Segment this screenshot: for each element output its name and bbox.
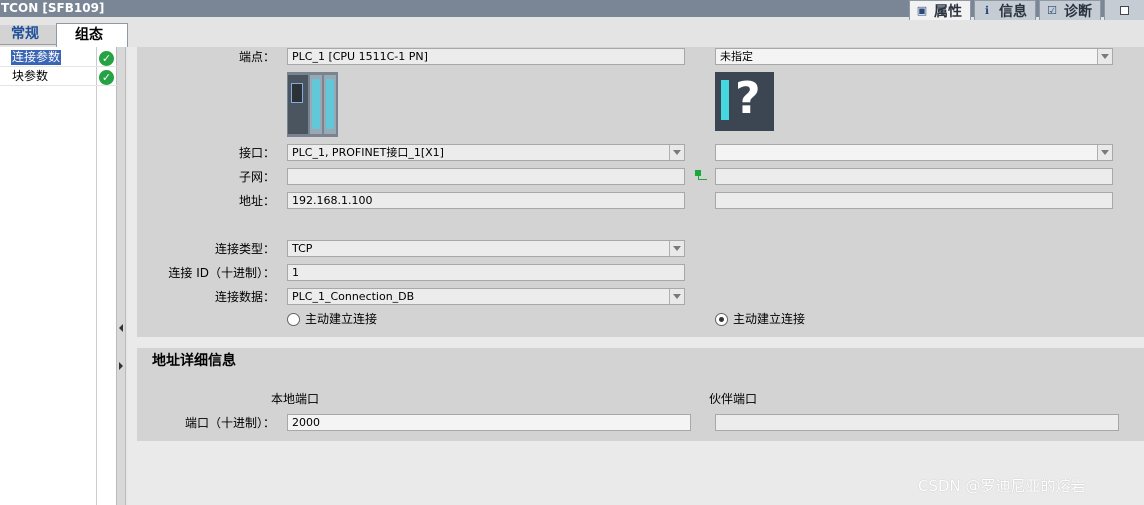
diagnostics-icon: ☑	[1047, 4, 1057, 17]
tab-properties-label: 属性	[934, 3, 962, 20]
tab-general[interactable]: 常规	[0, 25, 56, 45]
restore-window-button[interactable]	[1104, 0, 1144, 20]
conn-data-dropdown[interactable]: PLC_1_Connection_DB	[287, 288, 685, 305]
restore-icon	[1120, 5, 1129, 15]
tab-info-label: 信息	[999, 3, 1027, 20]
sidebar-item-connection-params[interactable]: 连接参数 ✓	[0, 49, 117, 67]
conn-data-value: PLC_1_Connection_DB	[292, 290, 415, 303]
local-port-field[interactable]: 2000	[287, 414, 691, 431]
tab-properties[interactable]: ▣ 属性	[909, 0, 971, 20]
chevron-down-icon[interactable]	[669, 241, 684, 256]
inspector-tabs: ▣ 属性 ℹ 信息 ☑ 诊断	[906, 0, 1144, 20]
address-details-title: 地址详细信息	[152, 353, 236, 369]
chevron-down-icon[interactable]	[669, 289, 684, 304]
partner-port-header: 伙伴端口	[709, 392, 758, 406]
tab-diagnostics[interactable]: ☑ 诊断	[1039, 0, 1101, 20]
chevron-down-icon[interactable]	[669, 145, 684, 160]
sidebar-item-label: 块参数	[12, 69, 49, 83]
sidebar: 连接参数 ✓ 块参数 ✓	[0, 47, 117, 505]
interface-partner-dropdown[interactable]	[715, 144, 1113, 161]
panel-splitter[interactable]	[117, 47, 126, 505]
endpoint-partner-dropdown[interactable]: 未指定	[715, 48, 1113, 65]
interface-local-dropdown[interactable]: PLC_1, PROFINET接口_1[X1]	[287, 144, 685, 161]
conn-id-label: 连接 ID（十进制）：	[168, 266, 275, 280]
tab-config[interactable]: 组态	[56, 23, 128, 47]
endpoint-label: 端点：	[238, 50, 275, 64]
address-partner-field[interactable]	[715, 192, 1113, 209]
conn-type-dropdown[interactable]: TCP	[287, 240, 685, 257]
title-bar: TCON [SFB109] ▣ 属性 ℹ 信息 ☑ 诊断	[0, 0, 1144, 20]
sidebar-item-label: 连接参数	[11, 50, 62, 65]
partner-port-field[interactable]	[715, 414, 1119, 431]
active-partner-radio[interactable]	[715, 313, 728, 326]
check-icon: ✓	[99, 51, 114, 66]
plc-device-icon	[287, 72, 338, 137]
local-port-header: 本地端口	[271, 392, 320, 406]
unknown-device-icon: ?	[715, 72, 774, 131]
conn-data-label: 连接数据：	[214, 290, 275, 304]
sidebar-divider	[96, 47, 97, 505]
address-label: 地址：	[238, 194, 275, 208]
expand-right-icon[interactable]	[119, 362, 123, 370]
properties-icon: ▣	[916, 4, 928, 17]
interface-local-value: PLC_1, PROFINET接口_1[X1]	[292, 146, 444, 159]
info-icon: ℹ	[984, 4, 990, 17]
tab-diagnostics-label: 诊断	[1064, 3, 1092, 20]
window-title: TCON [SFB109]	[1, 1, 105, 15]
endpoint-local-field[interactable]: PLC_1 [CPU 1511C-1 PN]	[287, 48, 685, 65]
address-local-field: 192.168.1.100	[287, 192, 685, 209]
active-local-label: 主动建立连接	[305, 312, 378, 326]
network-icon	[695, 170, 709, 182]
port-label: 端口（十进制）：	[184, 416, 275, 430]
active-partner-label: 主动建立连接	[733, 312, 806, 326]
subnet-local-field	[287, 168, 685, 185]
conn-type-value: TCP	[292, 242, 313, 255]
subnet-label: 子网：	[238, 170, 275, 184]
sidebar-item-block-params[interactable]: 块参数 ✓	[0, 68, 117, 86]
conn-id-field[interactable]: 1	[287, 264, 685, 281]
conn-type-label: 连接类型：	[214, 242, 275, 256]
chevron-down-icon[interactable]	[1097, 145, 1112, 160]
check-icon: ✓	[99, 70, 114, 85]
endpoint-partner-value: 未指定	[720, 50, 753, 63]
watermark: CSDN @罗迪尼亚的熔岩	[918, 477, 1086, 495]
chevron-down-icon[interactable]	[1097, 49, 1112, 64]
active-local-radio[interactable]	[287, 313, 300, 326]
tab-info[interactable]: ℹ 信息	[974, 0, 1036, 20]
interface-label: 接口：	[238, 146, 275, 160]
collapse-left-icon[interactable]	[119, 324, 123, 332]
subnet-partner-field	[715, 168, 1113, 185]
